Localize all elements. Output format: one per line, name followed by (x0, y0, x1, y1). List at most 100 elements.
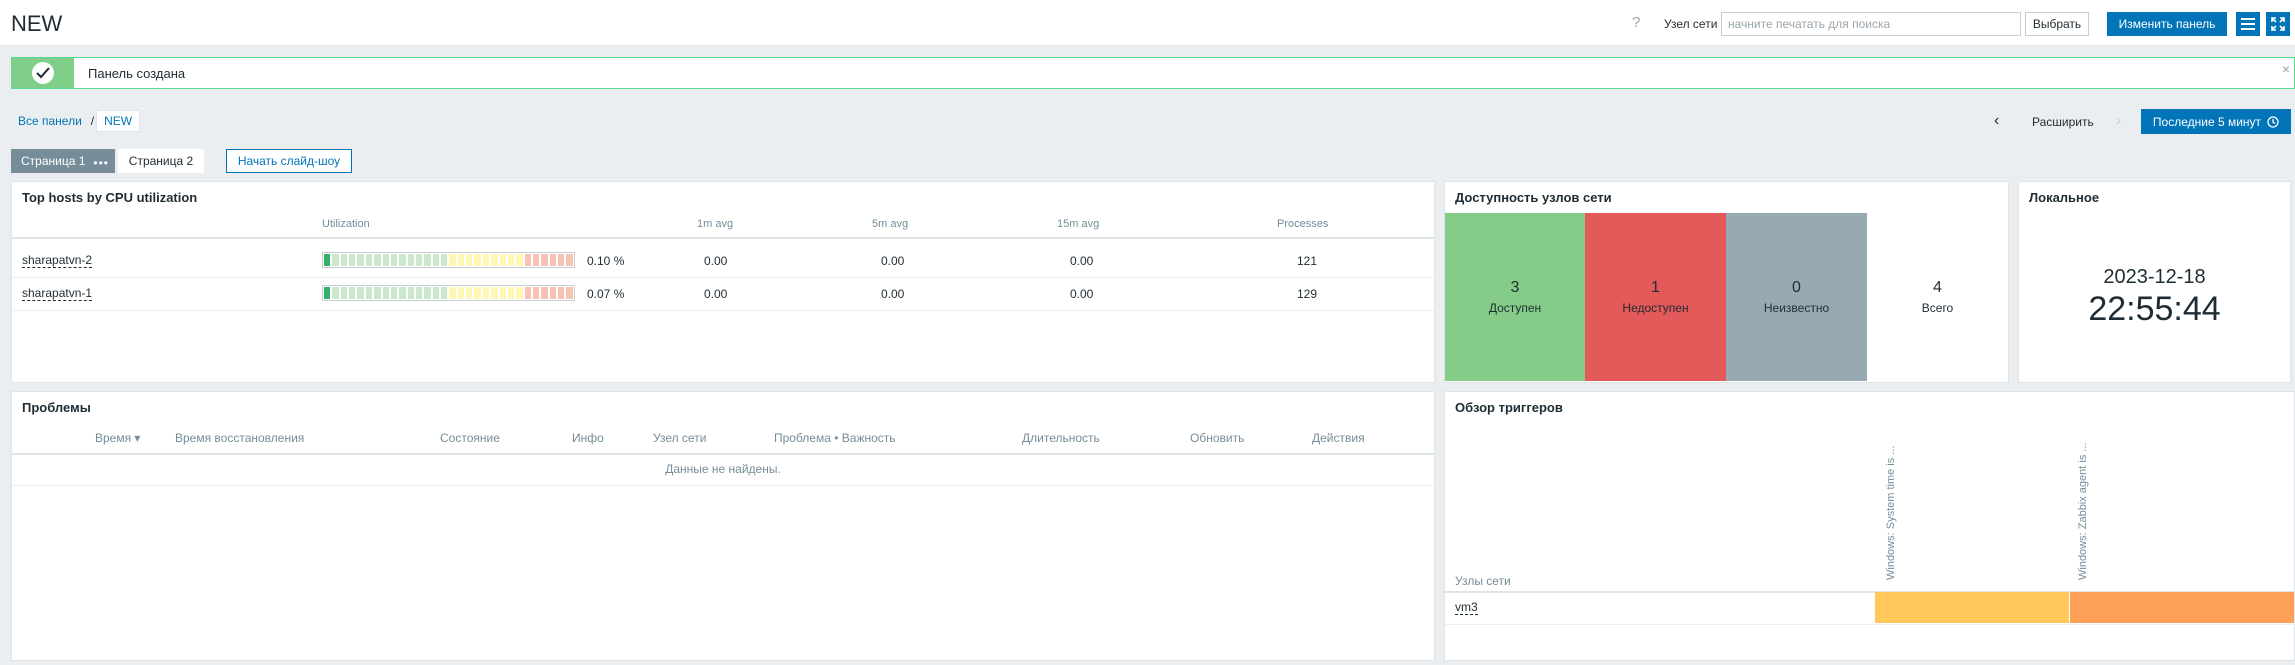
clock-icon (2267, 115, 2279, 128)
dashboard-actions-button[interactable] (2236, 12, 2260, 36)
utilization-segment (474, 254, 481, 266)
utilization-segment (541, 254, 548, 266)
utilization-segment (457, 287, 465, 299)
hosts-column-header: Узлы сети (1455, 574, 1511, 588)
utilization-segment (424, 287, 431, 299)
time-period-label: Последние 5 минут (2152, 114, 2262, 129)
column-header-actions: Действия (1312, 431, 1365, 445)
utilization-value: 0.07 % (587, 287, 625, 301)
utilization-segment (474, 287, 481, 299)
success-icon-box (11, 58, 74, 88)
utilization-segment (466, 254, 473, 266)
start-slideshow-button[interactable]: Начать слайд-шоу (226, 149, 352, 173)
total-count: 4 (1933, 279, 1942, 296)
unknown-label: Неизвестно (1763, 301, 1830, 315)
availability-unavailable-box[interactable]: 1 Недоступен (1585, 213, 1726, 381)
more-dots-icon[interactable]: ••• (93, 156, 109, 170)
utilization-segment (566, 254, 573, 266)
utilization-segment (499, 254, 506, 266)
utilization-segment (357, 287, 364, 299)
utilization-segment (432, 254, 440, 266)
close-icon[interactable]: × (2282, 61, 2290, 77)
widget-title: Доступность узлов сети (1455, 190, 1612, 205)
tab-page-2[interactable]: Страница 2 (118, 149, 204, 173)
header-divider (12, 453, 1434, 455)
utilization-segment (457, 254, 465, 266)
utilization-segment (432, 287, 440, 299)
host-filter-label: Узел сети (1664, 17, 1718, 31)
top-hosts-widget: Top hosts by CPU utilization Utilization… (11, 181, 1435, 383)
utilization-segment (507, 254, 515, 266)
utilization-segment (524, 287, 531, 299)
fullscreen-button[interactable] (2266, 12, 2290, 36)
breadcrumb-current[interactable]: NEW (96, 110, 141, 132)
utilization-segment (415, 254, 423, 266)
utilization-segment (399, 254, 406, 266)
widget-title: Top hosts by CPU utilization (22, 190, 198, 205)
header-divider (12, 237, 1434, 239)
utilization-segment (407, 254, 414, 266)
expand-period-button[interactable]: Расширить (2032, 115, 2094, 129)
avg5-value: 0.00 (881, 287, 905, 301)
unavailable-count: 1 (1651, 279, 1660, 296)
utilization-segment (415, 287, 423, 299)
utilization-segment (382, 254, 389, 266)
utilization-segment (507, 287, 515, 299)
availability-total-box[interactable]: 4 Всего (1867, 213, 2008, 381)
fullscreen-icon (2271, 17, 2285, 31)
row-divider (12, 485, 1434, 486)
column-header-status: Состояние (440, 431, 500, 445)
host-link[interactable]: sharapatvn-2 (22, 254, 93, 268)
host-search-input[interactable] (1721, 12, 2021, 36)
chevron-right-icon[interactable]: › (2116, 112, 2121, 130)
tab-page-1[interactable]: Страница 1 ••• (11, 149, 115, 173)
utilization-segment (566, 287, 573, 299)
column-header-info: Инфо (572, 431, 604, 445)
utilization-segment (340, 254, 348, 266)
no-data-message: Данные не найдены. (665, 462, 781, 476)
utilization-segment (441, 254, 448, 266)
trigger-column-header: Windows: Zabbix agent is ... (2077, 442, 2089, 580)
time-period-button[interactable]: Последние 5 минут (2141, 109, 2291, 134)
trigger-overview-widget: Обзор триггеров Windows: System time is … (1444, 391, 2295, 661)
breadcrumb: Все панели / NEW (11, 110, 141, 132)
trigger-host-link[interactable]: vm3 (1455, 601, 1478, 615)
edit-dashboard-button[interactable]: Изменить панель (2107, 12, 2227, 36)
utilization-segment (558, 287, 565, 299)
column-header-5m-avg: 5m avg (872, 218, 909, 230)
column-header-15m-avg: 15m avg (1057, 218, 1100, 230)
breadcrumb-all-dashboards[interactable]: Все панели (11, 111, 89, 131)
widget-title: Локальное (2029, 190, 2100, 205)
host-link[interactable]: sharapatvn-1 (22, 287, 93, 301)
page-header: NEW ? Узел сети Выбрать Изменить панель (0, 0, 2295, 46)
availability-available-box[interactable]: 3 Доступен (1445, 213, 1585, 381)
trigger-status-cell[interactable] (2070, 592, 2294, 623)
utilization-segment (349, 254, 356, 266)
chevron-left-icon[interactable]: ‹ (1994, 112, 1999, 130)
column-header-recovery-time: Время восстановления (175, 431, 305, 445)
utilization-segment (424, 254, 431, 266)
utilization-segment (324, 254, 331, 266)
utilization-bar (322, 285, 575, 301)
utilization-segment (558, 254, 565, 266)
column-header-1m-avg: 1m avg (697, 218, 734, 230)
utilization-segment (332, 287, 339, 299)
row-divider (12, 310, 1434, 311)
utilization-segment (449, 287, 456, 299)
utilization-segment (482, 254, 490, 266)
column-header-time[interactable]: Время ▾ (95, 431, 140, 445)
utilization-segment (357, 254, 364, 266)
help-icon[interactable]: ? (1632, 14, 1640, 31)
utilization-segment (407, 287, 414, 299)
select-host-button[interactable]: Выбрать (2025, 12, 2089, 36)
utilization-segment (466, 287, 473, 299)
utilization-segment (365, 287, 373, 299)
utilization-segment (374, 254, 381, 266)
column-header-host: Узел сети (653, 431, 707, 445)
utilization-segment (499, 287, 506, 299)
trigger-status-cell[interactable] (1875, 592, 2069, 623)
processes-value: 121 (1297, 254, 1318, 268)
utilization-segment (365, 254, 373, 266)
availability-unknown-box[interactable]: 0 Неизвестно (1726, 213, 1867, 381)
check-circle-icon (31, 62, 54, 84)
